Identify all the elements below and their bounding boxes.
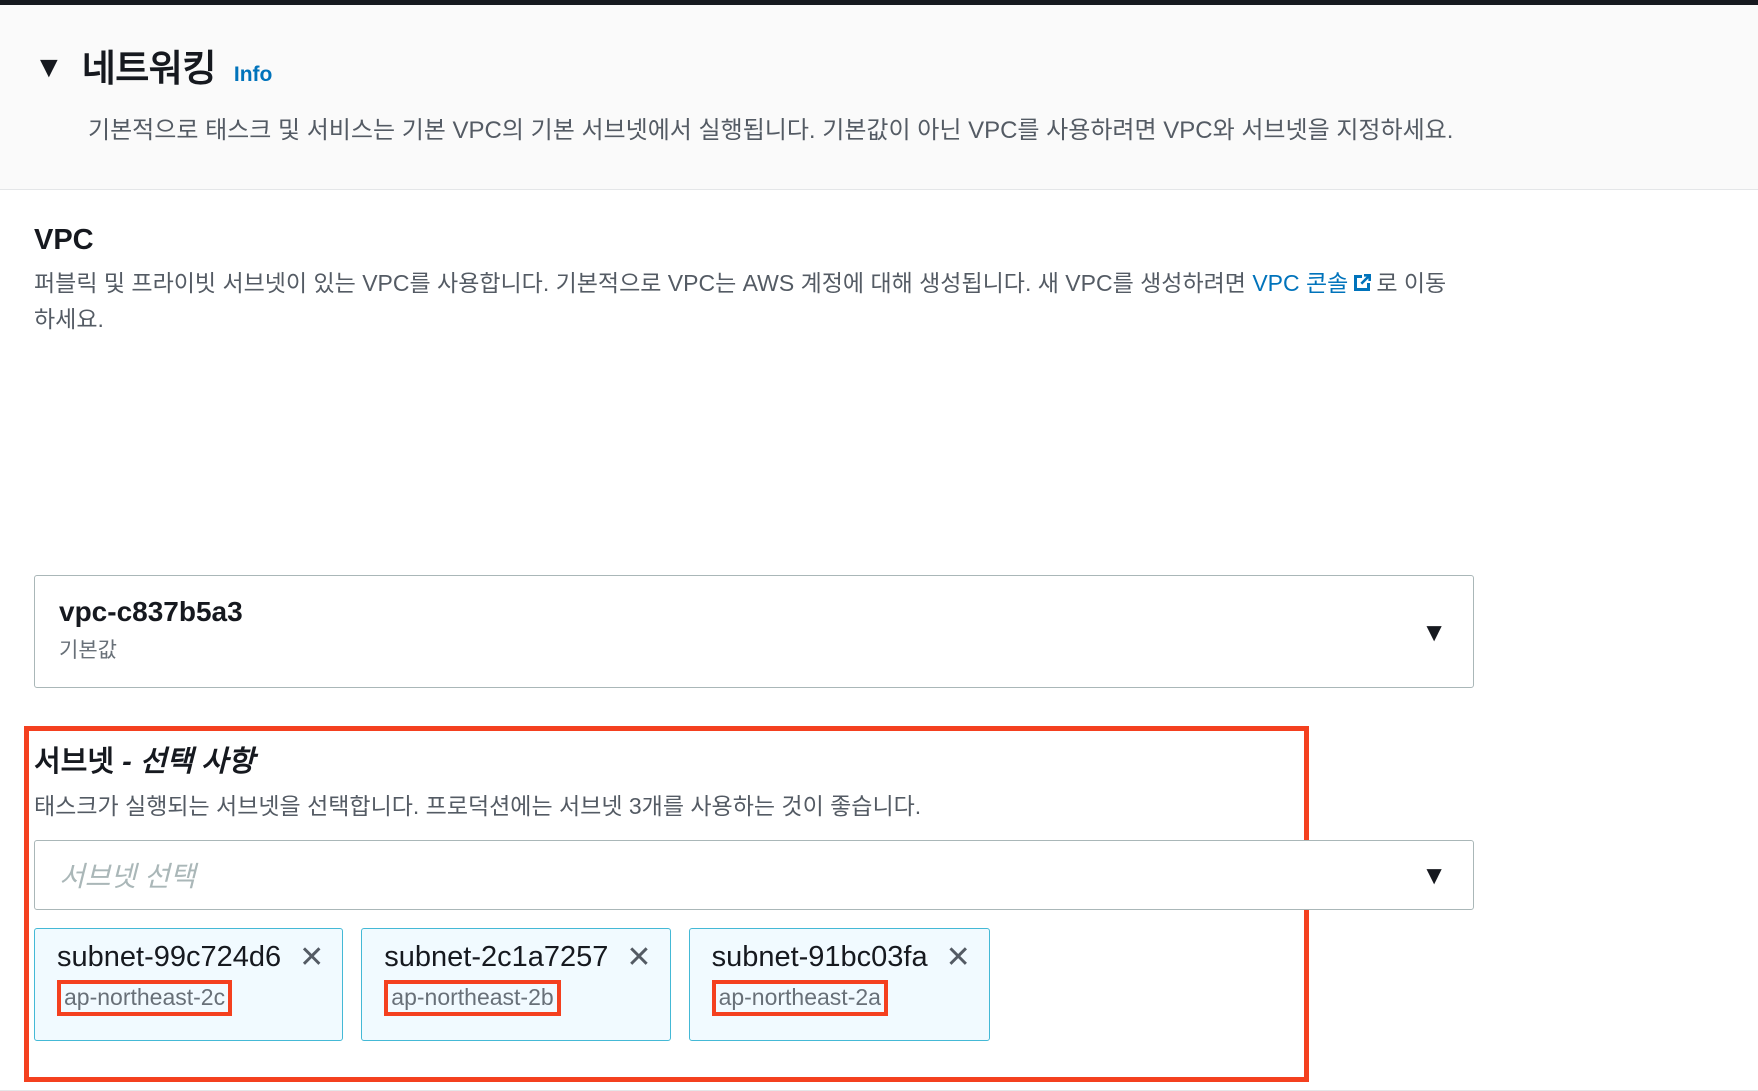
- subnet-select-placeholder: 서브넷 선택: [59, 861, 196, 892]
- subnet-description: 태스크가 실행되는 서브넷을 선택합니다. 프로덕션에는 서브넷 3개를 사용하…: [34, 793, 922, 819]
- subnet-token-id: subnet-99c724d6: [57, 941, 282, 973]
- subnet-token-list: subnet-99c724d6 ✕ ap-northeast-2c subnet…: [34, 928, 990, 1041]
- subnet-token-header: subnet-2c1a7257 ✕: [384, 941, 651, 974]
- vpc-field-group: VPC 퍼블릭 및 프라이빗 서브넷이 있는 VPC를 사용합니다. 기본적으로…: [34, 224, 1474, 335]
- close-icon[interactable]: ✕: [946, 942, 971, 973]
- vpc-description-text-1: 퍼블릭 및 프라이빗 서브넷이 있는 VPC를 사용합니다. 기본적으로 VPC…: [34, 270, 1253, 296]
- close-icon[interactable]: ✕: [626, 942, 651, 973]
- subnet-select[interactable]: 서브넷 선택 ▼: [34, 840, 1474, 910]
- section-title-row: ▼ 네트워킹 Info: [34, 38, 272, 92]
- vpc-selected-value: vpc-c837b5a3: [59, 596, 243, 627]
- subnet-token-header: subnet-91bc03fa ✕: [712, 941, 971, 974]
- chevron-down-icon[interactable]: ▼: [1421, 862, 1447, 888]
- subnet-optional-text: - 선택 사항: [122, 746, 255, 778]
- section-collapse-caret-icon[interactable]: ▼: [34, 53, 64, 83]
- page-title: 네트워킹: [81, 48, 217, 89]
- subnet-token-header: subnet-99c724d6 ✕: [57, 941, 324, 974]
- subnet-token: subnet-99c724d6 ✕ ap-northeast-2c: [34, 928, 344, 1041]
- subnet-field-group: 서브넷 - 선택 사항 태스크가 실행되는 서브넷을 선택합니다. 프로덕션에는…: [34, 738, 1474, 823]
- subnet-label-text: 서브넷: [34, 746, 123, 778]
- vpc-select[interactable]: vpc-c837b5a3 기본값 ▼: [34, 575, 1474, 688]
- external-link-icon[interactable]: [1351, 270, 1373, 303]
- subnet-token-az-annotation: ap-northeast-2a: [711, 980, 888, 1016]
- subnet-token-az: ap-northeast-2a: [718, 984, 881, 1010]
- section-description: 기본적으로 태스크 및 서비스는 기본 VPC의 기본 서브넷에서 실행됩니다.…: [88, 117, 1454, 144]
- subnet-label: 서브넷 - 선택 사항: [34, 738, 1474, 780]
- chevron-down-icon[interactable]: ▼: [1421, 619, 1447, 645]
- subnet-token-az-annotation: ap-northeast-2b: [384, 980, 561, 1016]
- subnet-token-az: ap-northeast-2b: [391, 984, 554, 1010]
- networking-section-header: ▼ 네트워킹 Info 기본적으로 태스크 및 서비스는 기본 VPC의 기본 …: [0, 5, 1758, 190]
- vpc-description: 퍼블릭 및 프라이빗 서브넷이 있는 VPC를 사용합니다. 기본적으로 VPC…: [34, 267, 1454, 335]
- vpc-label: VPC: [34, 224, 94, 256]
- subnet-token: subnet-2c1a7257 ✕ ap-northeast-2b: [361, 928, 671, 1041]
- subnet-token-az: ap-northeast-2c: [64, 984, 226, 1010]
- networking-form-body: VPC 퍼블릭 및 프라이빗 서브넷이 있는 VPC를 사용합니다. 기본적으로…: [0, 190, 1758, 1091]
- subnet-token-id: subnet-91bc03fa: [711, 941, 928, 973]
- subnet-token-id: subnet-2c1a7257: [384, 941, 609, 973]
- close-icon[interactable]: ✕: [299, 942, 324, 973]
- subnet-token-az-annotation: ap-northeast-2c: [57, 980, 233, 1016]
- subnet-token: subnet-91bc03fa ✕ ap-northeast-2a: [688, 928, 990, 1041]
- vpc-console-link[interactable]: VPC 콘솔: [1252, 270, 1348, 296]
- info-link[interactable]: Info: [234, 63, 272, 87]
- vpc-selected-sublabel: 기본값: [59, 639, 117, 662]
